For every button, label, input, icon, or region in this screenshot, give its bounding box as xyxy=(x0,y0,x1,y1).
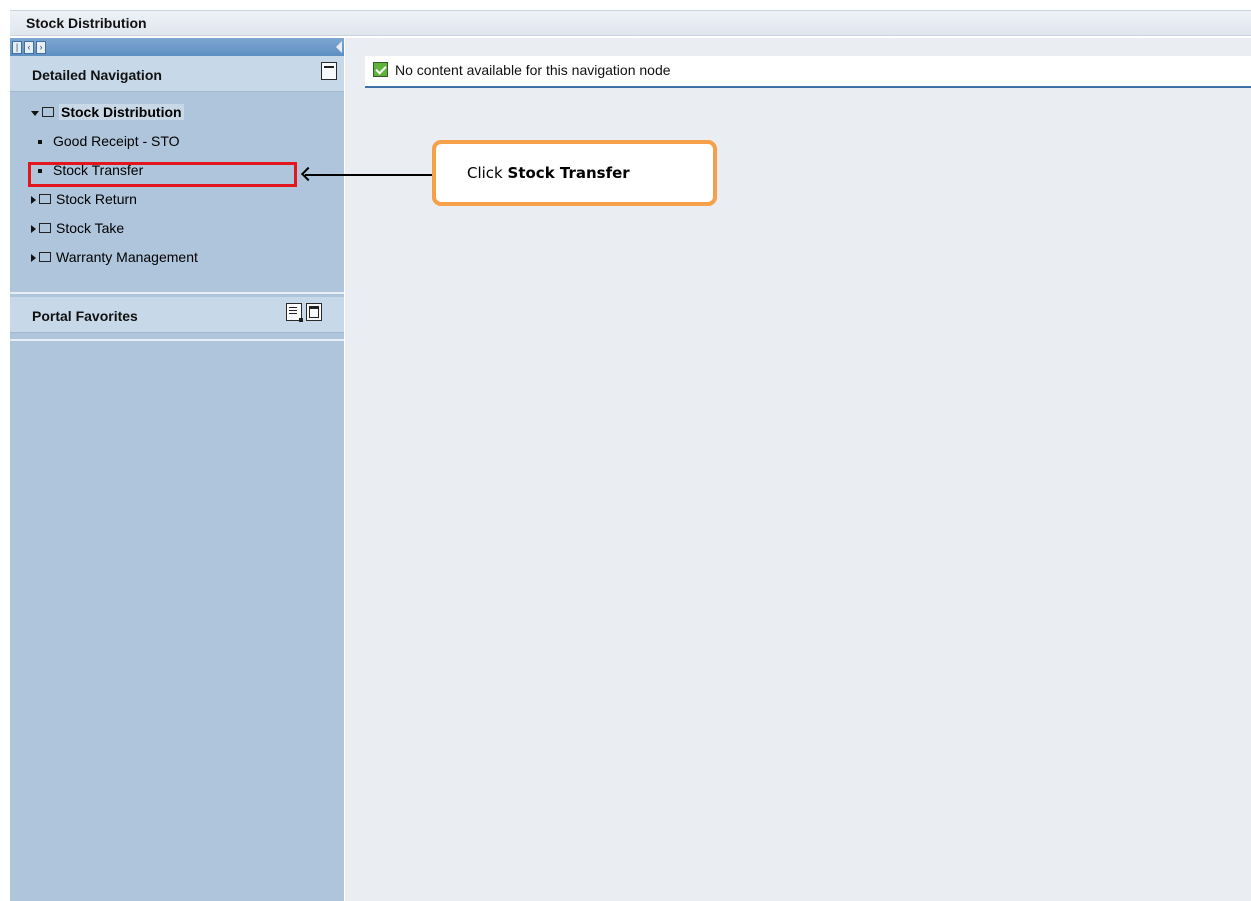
folder-icon xyxy=(39,223,51,234)
tree-item-label: Stock Take xyxy=(56,220,125,236)
stock-transfer-highlight xyxy=(28,162,297,187)
tree-item-stock-take[interactable]: Stock Take xyxy=(31,217,124,239)
check-icon xyxy=(373,62,388,77)
instruction-callout: Click Stock Transfer xyxy=(432,140,717,206)
portal-favorites-header: Portal Favorites xyxy=(10,297,344,333)
panel-divider xyxy=(10,339,344,341)
caret-down-icon xyxy=(31,110,39,116)
panel-divider xyxy=(10,292,344,294)
tree-item-stock-distribution[interactable]: Stock Distribution xyxy=(31,101,184,123)
navigation-toolbar: | ‹ › xyxy=(10,38,344,56)
status-message: No content available for this navigation… xyxy=(395,62,671,78)
detailed-navigation-title: Detailed Navigation xyxy=(32,67,162,83)
collapse-panel-icon[interactable] xyxy=(336,41,342,53)
callout-text: Click Stock Transfer xyxy=(467,164,630,182)
back-arrow-icon[interactable]: ‹ xyxy=(24,41,34,54)
tree-item-label: Stock Return xyxy=(56,191,137,207)
tree-item-label: Stock Distribution xyxy=(59,104,184,120)
bullet-icon xyxy=(38,140,42,145)
page-title: Stock Distribution xyxy=(26,15,147,31)
pointer-arrow-line xyxy=(305,174,432,176)
forward-arrow-icon[interactable]: › xyxy=(36,41,46,54)
list-icon[interactable] xyxy=(286,303,303,322)
tree-item-label: Good Receipt - STO xyxy=(53,133,180,149)
message-bar: No content available for this navigation… xyxy=(365,56,1251,88)
tree-item-good-receipt-sto[interactable]: Good Receipt - STO xyxy=(38,130,180,152)
callout-prefix: Click xyxy=(467,164,503,182)
first-page-icon[interactable]: | xyxy=(12,41,22,54)
caret-right-icon xyxy=(31,196,36,205)
caret-right-icon xyxy=(31,254,36,263)
caret-right-icon xyxy=(31,225,36,234)
callout-emphasis: Stock Transfer xyxy=(507,164,630,182)
window-icon[interactable] xyxy=(306,303,322,321)
folder-icon xyxy=(42,107,54,118)
tree-item-stock-return[interactable]: Stock Return xyxy=(31,188,137,210)
folder-icon xyxy=(39,252,51,263)
minimize-icon[interactable] xyxy=(321,62,337,80)
portal-favorites-title: Portal Favorites xyxy=(32,308,138,324)
page-header: Stock Distribution xyxy=(10,10,1251,36)
folder-icon xyxy=(39,194,51,205)
tree-item-label: Warranty Management xyxy=(56,249,198,265)
tree-item-warranty-management[interactable]: Warranty Management xyxy=(31,246,198,268)
detailed-navigation-header: Detailed Navigation xyxy=(10,56,344,92)
